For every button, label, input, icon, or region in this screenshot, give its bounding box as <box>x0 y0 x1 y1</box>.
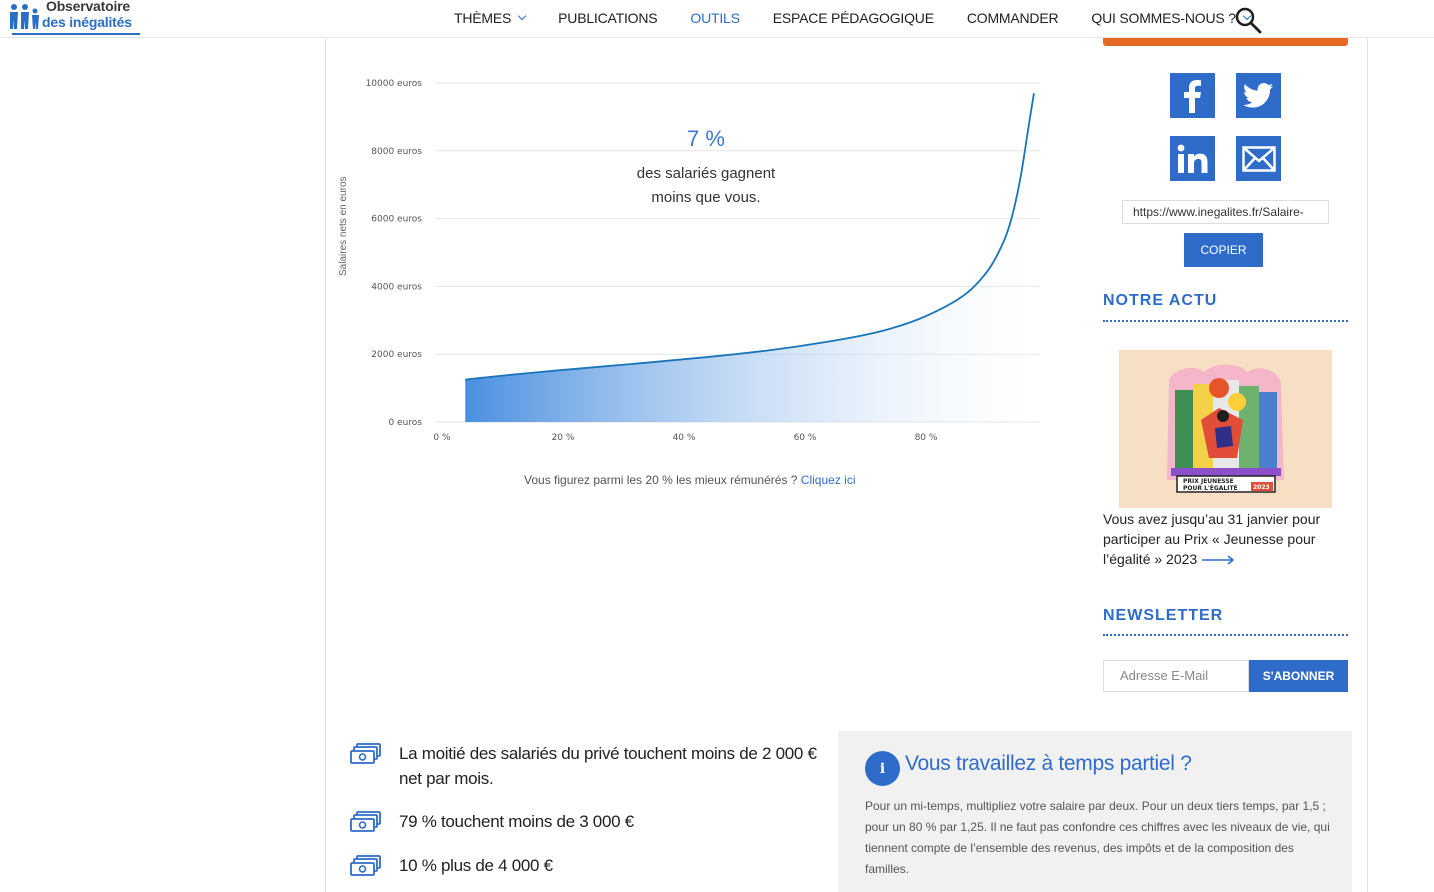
info-title: Vous travaillez à temps partiel ? <box>905 752 1192 775</box>
chart-y-ticks: 0 euros 2000 euros 4000 euros 6000 euros 800… <box>366 79 423 428</box>
mail-icon <box>1241 145 1276 172</box>
chart-y-axis-title: Salaires nets en euros <box>338 176 349 276</box>
people-logo-icon <box>10 4 39 29</box>
salary-distribution-chart: 0 euros 2000 euros 4000 euros 6000 euros 800… <box>366 79 1040 443</box>
arrow-right-icon <box>1202 555 1235 565</box>
top-earners-link[interactable]: Cliquez ici <box>801 473 856 487</box>
stat-item: La moitié des salariés du privé touchent… <box>350 741 830 791</box>
chart-percent-value: 7 % <box>687 126 725 151</box>
subscribe-button[interactable]: S'ABONNER <box>1249 660 1348 692</box>
newsletter-email-input[interactable]: Adresse E-Mail <box>1103 660 1249 692</box>
poster-illustration: PRIX JEUNESSE POUR L'ÉGALITÉ 2023 <box>1167 364 1284 493</box>
nav-espace-pedagogique-label: ESPACE PÉDAGOGIQUE <box>772 10 934 26</box>
nav-themes[interactable]: THÈMES <box>454 10 527 26</box>
sidebar-top-bar <box>1103 38 1348 46</box>
chart-caption: des salariés gagnent moins que vous. <box>606 162 806 210</box>
chart-y-tick-label: 6000 euros <box>371 215 422 225</box>
actu-section-title: NOTRE ACTU <box>1103 292 1218 309</box>
nav-outils[interactable]: OUTILS <box>690 10 740 26</box>
prix-jeunesse-poster-image[interactable]: PRIX JEUNESSE POUR L'ÉGALITÉ 2023 <box>1119 350 1332 508</box>
nav-commander[interactable]: COMMANDER <box>967 10 1059 26</box>
site-header: Observatoire des inégalités THÈMES PUBLI… <box>0 0 1434 38</box>
content-border-left <box>325 38 326 892</box>
actu-link-text[interactable]: Vous avez jusqu’au 31 janvier pour parti… <box>1103 509 1343 569</box>
site-logo[interactable]: Observatoire des inégalités <box>8 0 140 36</box>
stat-text: La moitié des salariés du privé touchent… <box>399 744 817 788</box>
chart-x-ticks: 0 % 20 % 40 % 60 % 80 % <box>433 433 937 443</box>
facebook-icon <box>1183 79 1201 113</box>
nav-commander-label: COMMANDER <box>966 10 1059 26</box>
chart-y-tick-label: 4000 euros <box>371 282 422 292</box>
stat-item: 10 % plus de 4 000 € <box>350 853 830 878</box>
share-twitter-button[interactable] <box>1236 73 1281 118</box>
info-icon: i <box>865 751 900 786</box>
main-nav: THÈMES PUBLICATIONS OUTILS ESPACE PÉDAGO… <box>454 0 1283 36</box>
share-email-button[interactable] <box>1236 136 1281 181</box>
chart-x-tick-label: 0 % <box>433 433 451 443</box>
copy-url-button[interactable]: COPIER <box>1184 233 1263 267</box>
banknotes-icon <box>350 855 381 876</box>
chart-caption-line1: des salariés gagnent <box>636 165 776 182</box>
top-earners-text: Vous figurez parmi les 20 % les mieux ré… <box>524 473 801 487</box>
search-icon[interactable] <box>1234 6 1262 34</box>
twitter-icon <box>1243 82 1273 108</box>
chart-y-tick-label: 2000 euros <box>371 350 422 360</box>
nav-themes-label: THÈMES <box>454 10 512 26</box>
chart-y-tick-label: 8000 euros <box>371 147 422 157</box>
nav-publications[interactable]: PUBLICATIONS <box>558 10 657 26</box>
nav-qui-sommes-nous[interactable]: QUI SOMMES-NOUS ? <box>1091 10 1252 26</box>
nav-outils-label: OUTILS <box>690 10 740 26</box>
chart-y-tick-label: 10000 euros <box>366 79 423 89</box>
content-border-right <box>1367 38 1368 892</box>
actu-divider <box>1103 320 1348 322</box>
share-facebook-button[interactable] <box>1170 73 1215 118</box>
share-linkedin-button[interactable] <box>1170 136 1215 181</box>
chart-x-tick-label: 80 % <box>915 433 938 443</box>
poster-title-line2: POUR L'ÉGALITÉ <box>1183 484 1238 492</box>
logo-underline <box>12 33 140 35</box>
chart-y-tick-label: 0 euros <box>388 418 422 428</box>
info-text: Pour un mi-temps, multipliez votre salai… <box>865 799 1330 876</box>
chart-x-tick-label: 60 % <box>794 433 817 443</box>
stat-item: 79 % touchent moins de 3 000 € <box>350 809 830 834</box>
chart-x-tick-label: 20 % <box>552 433 575 443</box>
chevron-down-icon <box>517 11 527 21</box>
banknotes-icon <box>350 743 381 764</box>
top-earners-prompt: Vous figurez parmi les 20 % les mieux ré… <box>524 473 855 487</box>
newsletter-divider <box>1103 634 1348 636</box>
stat-text: 10 % plus de 4 000 € <box>399 856 553 875</box>
chart-x-tick-label: 40 % <box>673 433 696 443</box>
poster-year: 2023 <box>1253 484 1270 491</box>
newsletter-section-title: NEWSLETTER <box>1103 607 1224 624</box>
linkedin-icon <box>1177 144 1207 173</box>
banknotes-icon <box>350 811 381 832</box>
share-url-field[interactable]: https://www.inegalites.fr/Salaire- <box>1122 200 1329 224</box>
logo-text-line1: Observatoire <box>46 0 130 14</box>
chart-caption-line2: moins que vous. <box>651 189 761 206</box>
poster-title-line1: PRIX JEUNESSE <box>1183 478 1234 485</box>
stat-text: 79 % touchent moins de 3 000 € <box>399 812 634 831</box>
nav-espace-pedagogique[interactable]: ESPACE PÉDAGOGIQUE <box>773 10 934 26</box>
logo-text-line2: des inégalités <box>42 14 132 30</box>
nav-qui-sommes-nous-label: QUI SOMMES-NOUS ? <box>1091 10 1236 26</box>
nav-publications-label: PUBLICATIONS <box>558 10 658 26</box>
